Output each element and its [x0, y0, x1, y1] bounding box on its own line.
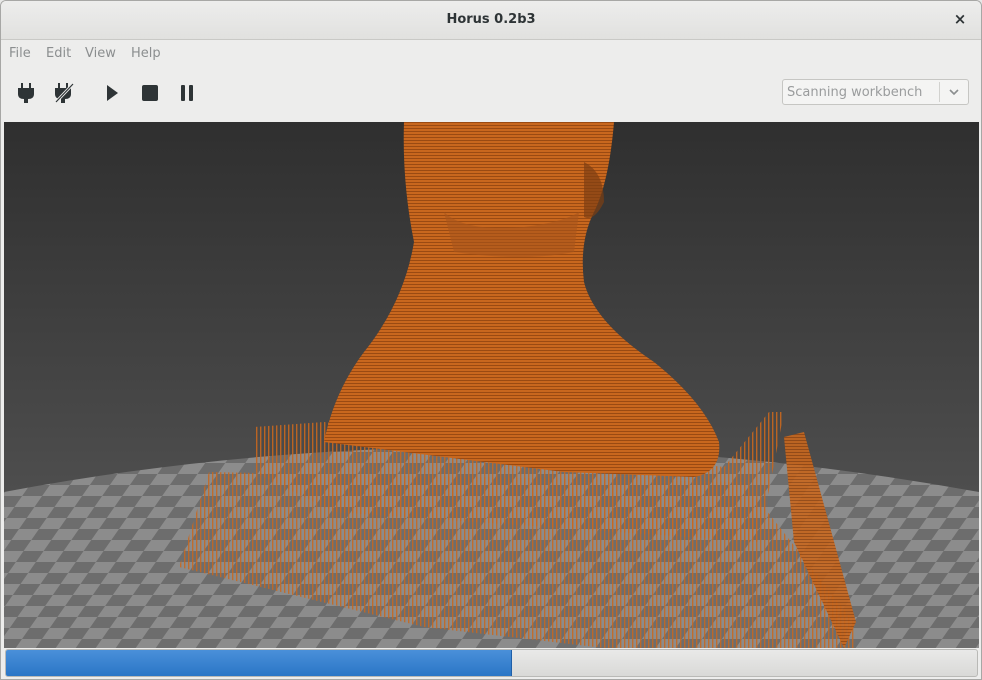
menu-file[interactable]: File — [9, 46, 31, 61]
pause-button[interactable] — [175, 81, 199, 105]
progress-bar — [5, 649, 978, 677]
stop-icon — [142, 85, 158, 101]
connect-icon — [18, 83, 34, 103]
menu-help[interactable]: Help — [131, 46, 161, 61]
workbench-selector[interactable]: Scanning workbench — [782, 79, 969, 105]
stop-button[interactable] — [138, 81, 162, 105]
pause-icon — [181, 85, 193, 101]
close-icon[interactable]: × — [951, 10, 969, 28]
progress-fill — [6, 650, 512, 676]
scene-canvas — [4, 122, 979, 648]
scene-viewport[interactable] — [4, 122, 979, 648]
play-icon — [107, 85, 118, 101]
menu-edit[interactable]: Edit — [46, 46, 71, 61]
chevron-down-icon[interactable] — [946, 84, 962, 100]
window-title: Horus 0.2b3 — [446, 12, 536, 27]
connect-button[interactable] — [14, 81, 38, 105]
title-bar: Horus 0.2b3 × — [1, 1, 981, 40]
menu-view[interactable]: View — [85, 46, 116, 61]
workbench-selector-value: Scanning workbench — [787, 85, 923, 100]
toolbar: Scanning workbench — [1, 69, 981, 121]
disconnect-button[interactable] — [52, 81, 76, 105]
play-button[interactable] — [100, 81, 124, 105]
disconnect-icon — [54, 82, 75, 104]
menu-bar: File Edit View Help — [1, 40, 981, 68]
selector-divider — [939, 82, 940, 102]
app-window: Horus 0.2b3 × File Edit View Help Scanni… — [0, 0, 982, 680]
